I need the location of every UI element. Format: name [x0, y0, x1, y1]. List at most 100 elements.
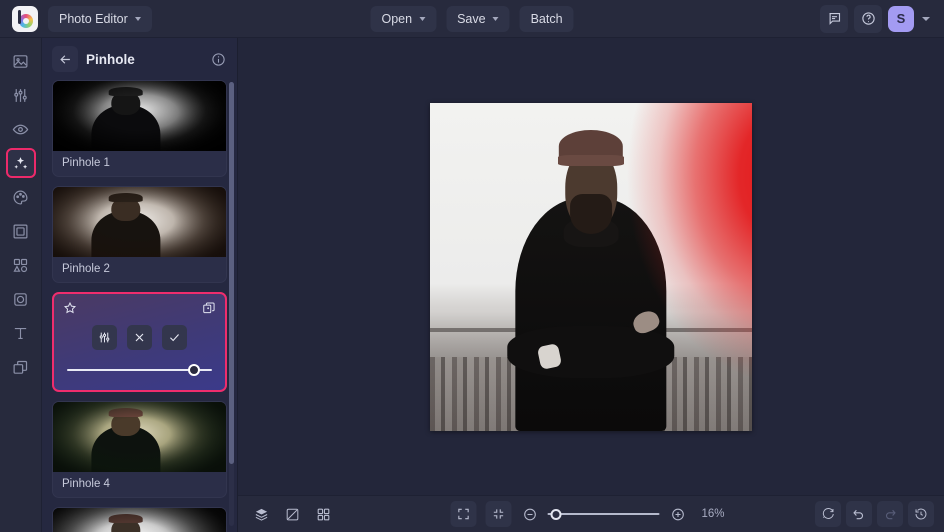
preset-thumbnail — [53, 402, 226, 472]
canvas-viewport[interactable] — [238, 38, 944, 495]
photo-editor-app: Photo Editor Open Save Batch S Pinhole P… — [0, 0, 944, 532]
artboard-image[interactable] — [430, 102, 752, 431]
page-title: Pinhole — [86, 51, 135, 67]
zoom-slider-thumb[interactable] — [550, 508, 562, 520]
info-button[interactable] — [207, 48, 229, 70]
duplicate-button[interactable] — [202, 301, 216, 320]
zoom-level-label: 16% — [701, 508, 725, 520]
zoom-slider[interactable] — [547, 507, 660, 521]
preset-label: Pinhole 1 — [62, 157, 110, 169]
preset-thumbnail — [53, 81, 226, 151]
preset-card[interactable]: Pinhole 4 — [52, 401, 227, 498]
layers-panel-button[interactable] — [248, 501, 274, 527]
sliders-icon — [99, 332, 110, 343]
duplicate-icon — [203, 302, 215, 314]
sidebar-item-image[interactable] — [6, 46, 36, 76]
open-label: Open — [381, 11, 413, 26]
panel-header: Pinhole — [42, 38, 237, 80]
reset-button[interactable] — [815, 501, 841, 527]
batch-label: Batch — [530, 11, 563, 26]
effect-strength-slider[interactable] — [63, 363, 216, 377]
zoom-in-button[interactable] — [669, 505, 687, 523]
app-switcher-label: Photo Editor — [59, 11, 128, 26]
feedback-button[interactable] — [820, 4, 848, 33]
account-actions-group: S — [820, 4, 936, 33]
info-circle-icon — [211, 52, 225, 66]
confirm-effect-button[interactable] — [162, 325, 187, 350]
eye-icon — [12, 124, 29, 134]
adjust-effect-button[interactable] — [92, 325, 117, 350]
save-label: Save — [457, 11, 486, 26]
sidebar-item-frame[interactable] — [6, 216, 36, 246]
sidebar-item-text[interactable] — [6, 318, 36, 348]
check-icon — [170, 334, 179, 342]
avatar[interactable]: S — [888, 5, 914, 32]
scrollbar-thumb[interactable] — [229, 82, 234, 464]
shapes-icon — [13, 258, 28, 272]
open-button[interactable]: Open — [370, 5, 437, 32]
fit-to-screen-icon — [458, 508, 469, 520]
close-x-icon — [135, 333, 144, 342]
preset-card-selected[interactable] — [52, 292, 227, 392]
app-switcher-dropdown[interactable]: Photo Editor — [48, 5, 152, 32]
slider-thumb[interactable] — [188, 364, 201, 376]
sidebar-item-shapes[interactable] — [6, 250, 36, 280]
account-chevron-down-icon[interactable] — [922, 16, 930, 21]
zoom-to-fit-button[interactable] — [485, 501, 512, 527]
undo-button[interactable] — [846, 501, 872, 527]
compare-view-button[interactable] — [279, 501, 305, 527]
preset-list[interactable]: Pinhole 1 Pinhole 2 Pinhole 4 — [42, 80, 237, 532]
arrow-left-icon — [59, 54, 70, 64]
preset-card[interactable] — [52, 507, 227, 532]
avatar-initial: S — [896, 11, 906, 26]
preset-edit-controls — [54, 294, 225, 390]
sparkles-icon — [14, 156, 28, 169]
top-toolbar: Photo Editor Open Save Batch S — [0, 0, 944, 38]
sliders-icon — [14, 88, 27, 102]
sidebar-item-effects[interactable] — [5, 148, 36, 178]
question-circle-icon — [861, 12, 875, 25]
image-icon — [13, 54, 28, 68]
preset-card[interactable]: Pinhole 2 — [52, 186, 227, 283]
tool-rail — [0, 38, 42, 532]
redo-button[interactable] — [877, 501, 903, 527]
preset-thumbnail — [53, 187, 226, 257]
view-mode-group — [248, 501, 336, 527]
fit-to-screen-button[interactable] — [450, 501, 477, 527]
back-button[interactable] — [52, 46, 78, 72]
minus-circle-icon — [523, 508, 536, 520]
canvas-area: 16% — [238, 38, 944, 532]
chevron-down-icon — [419, 16, 426, 21]
help-button[interactable] — [854, 4, 882, 33]
chat-bubble-icon — [829, 12, 840, 25]
file-actions-group: Open Save Batch — [370, 5, 574, 32]
history-button[interactable] — [908, 501, 934, 527]
sidebar-item-transform[interactable] — [6, 284, 36, 314]
history-controls — [815, 501, 934, 527]
preset-card[interactable]: Pinhole 1 — [52, 80, 227, 177]
undo-icon — [853, 509, 863, 520]
zoom-out-button[interactable] — [521, 505, 539, 523]
sidebar-item-adjust[interactable] — [6, 80, 36, 110]
chevron-down-icon — [492, 16, 499, 21]
zoom-slider-track — [547, 513, 660, 515]
sidebar-item-layers[interactable] — [6, 352, 36, 382]
grid-view-button[interactable] — [310, 501, 336, 527]
history-icon — [915, 508, 927, 520]
batch-button[interactable]: Batch — [519, 5, 574, 32]
reset-icon — [822, 508, 834, 519]
panel-scrollbar[interactable] — [229, 82, 234, 526]
favorite-button[interactable] — [63, 301, 77, 320]
text-icon — [14, 327, 27, 339]
compare-split-icon — [286, 508, 298, 520]
sidebar-item-color[interactable] — [6, 182, 36, 212]
zoom-controls: 16% — [450, 501, 732, 527]
chevron-down-icon — [134, 16, 141, 21]
brand-logo-icon[interactable] — [12, 5, 38, 32]
save-button[interactable]: Save — [446, 5, 510, 32]
editor-body: Pinhole Pinhole 1 Pinhole 2 Pinhole 4 16… — [0, 38, 944, 532]
sidebar-item-retouch[interactable] — [6, 114, 36, 144]
grid-view-icon — [317, 508, 329, 520]
bottom-toolbar: 16% — [238, 495, 944, 532]
cancel-effect-button[interactable] — [127, 325, 152, 350]
